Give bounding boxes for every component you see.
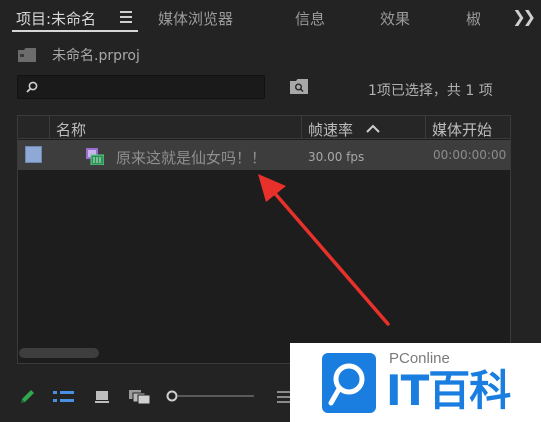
project-folder-icon bbox=[18, 48, 36, 62]
item-name[interactable]: 原来这就是仙女吗！！ bbox=[116, 147, 266, 168]
watermark-name: IT百科 bbox=[386, 366, 511, 415]
column-separator[interactable] bbox=[425, 116, 426, 139]
active-tab-underline bbox=[12, 30, 138, 32]
search-input[interactable] bbox=[17, 75, 265, 99]
pencil-icon[interactable] bbox=[18, 388, 36, 406]
watermark-brand: PConline bbox=[389, 350, 450, 367]
horizontal-scrollbar[interactable] bbox=[19, 348, 99, 358]
sort-ascending-icon[interactable] bbox=[366, 124, 380, 133]
tab-truncated[interactable]: 椒 bbox=[466, 8, 480, 29]
label-color-swatch[interactable] bbox=[25, 146, 42, 163]
column-separator[interactable] bbox=[49, 116, 50, 139]
tab-media-browser[interactable]: 媒体浏览器 bbox=[158, 8, 233, 29]
project-file-name: 未命名.prproj bbox=[52, 48, 140, 64]
tab-project[interactable]: 项目:未命名 bbox=[16, 8, 96, 29]
annotation-arrow bbox=[258, 174, 390, 326]
zoom-slider[interactable] bbox=[166, 388, 256, 404]
selection-status: 1项已选择，共 1 项 bbox=[368, 83, 493, 99]
search-icon bbox=[26, 81, 38, 93]
watermark-logo-icon bbox=[322, 353, 376, 413]
more-icon[interactable] bbox=[277, 388, 291, 406]
sequence-icon bbox=[86, 148, 104, 165]
column-header-name[interactable]: 名称 bbox=[56, 119, 86, 140]
column-separator[interactable] bbox=[301, 116, 302, 139]
new-bin-from-search-icon[interactable] bbox=[290, 79, 308, 94]
panel-menu-icon[interactable] bbox=[120, 11, 132, 23]
icon-view-icon[interactable] bbox=[94, 389, 110, 405]
item-frame-rate: 30.00 fps bbox=[308, 150, 365, 164]
tab-overflow-icon[interactable]: ❯❯ bbox=[512, 7, 536, 26]
list-view-icon[interactable] bbox=[52, 389, 76, 405]
panel-tab-bar: 项目:未命名 媒体浏览器 信息 效果 椒 ❯❯ bbox=[0, 0, 541, 34]
freeform-view-icon[interactable] bbox=[128, 389, 152, 405]
column-header-media-start[interactable]: 媒体开始 bbox=[432, 119, 492, 140]
tab-effects[interactable]: 效果 bbox=[380, 8, 410, 29]
column-header-frame-rate[interactable]: 帧速率 bbox=[308, 119, 353, 140]
tab-info[interactable]: 信息 bbox=[295, 8, 325, 29]
item-media-start: 00:00:00:00 bbox=[433, 148, 507, 162]
